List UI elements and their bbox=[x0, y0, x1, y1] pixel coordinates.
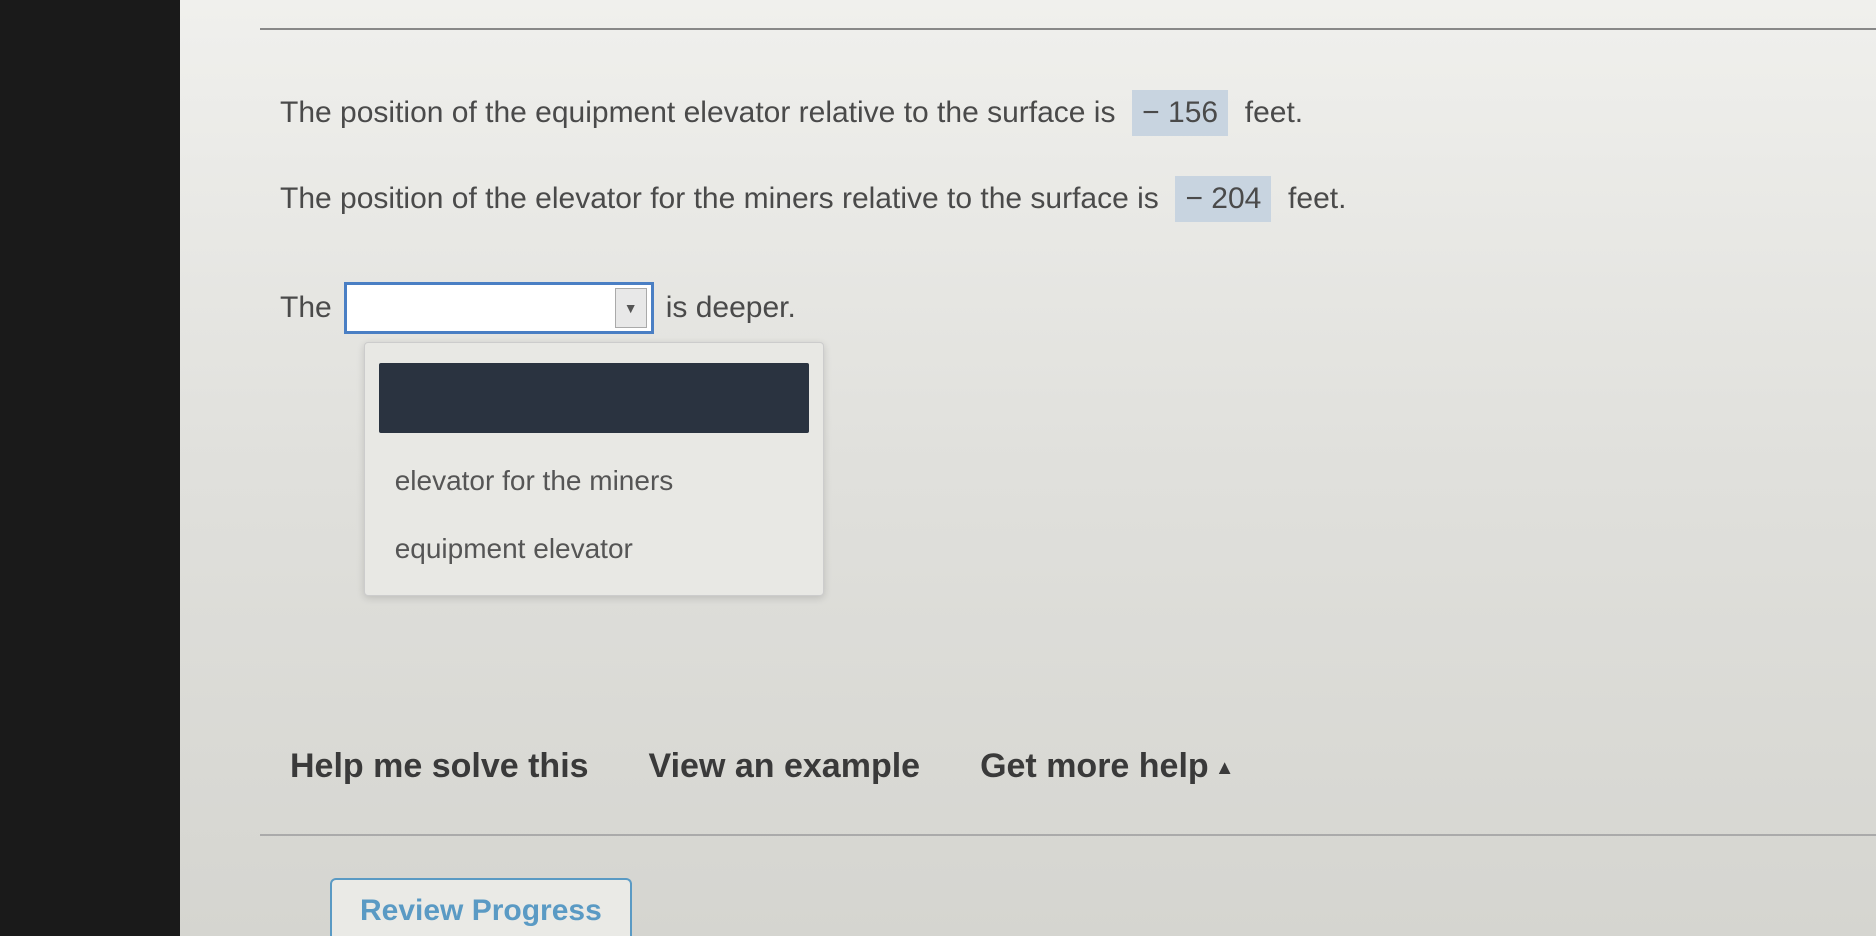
view-example-link[interactable]: View an example bbox=[649, 747, 921, 786]
statement-equipment: The position of the equipment elevator r… bbox=[280, 90, 1816, 136]
help-solve-label: Help me solve this bbox=[290, 747, 589, 785]
statement-2-value: − 204 bbox=[1175, 176, 1271, 222]
left-margin-dark bbox=[0, 0, 180, 936]
question-body: The position of the equipment elevator r… bbox=[280, 90, 1816, 334]
statement-1-value: − 156 bbox=[1132, 90, 1228, 136]
chevron-down-icon: ▼ bbox=[615, 288, 647, 328]
answer-suffix: is deeper. bbox=[666, 291, 796, 325]
dropdown-list: elevator for the miners equipment elevat… bbox=[364, 342, 824, 596]
dropdown-option-miners[interactable]: elevator for the miners bbox=[365, 447, 823, 515]
get-more-help-link[interactable]: Get more help ▲ bbox=[980, 747, 1234, 786]
review-progress-button[interactable]: Review Progress bbox=[330, 878, 632, 936]
caret-up-icon: ▲ bbox=[1215, 757, 1235, 779]
top-divider bbox=[260, 28, 1876, 30]
answer-prefix: The bbox=[280, 291, 332, 325]
answer-row: The ▼ elevator for the miners equipment … bbox=[280, 282, 1816, 334]
bottom-divider bbox=[260, 834, 1876, 836]
review-progress-label: Review Progress bbox=[360, 894, 602, 927]
statement-1-prefix: The position of the equipment elevator r… bbox=[280, 96, 1115, 129]
help-me-solve-link[interactable]: Help me solve this bbox=[290, 747, 589, 786]
help-links: Help me solve this View an example Get m… bbox=[290, 747, 1234, 786]
dropdown-option-equipment[interactable]: equipment elevator bbox=[365, 515, 823, 583]
dropdown-wrap: ▼ elevator for the miners equipment elev… bbox=[344, 282, 654, 334]
statement-1-suffix: feet. bbox=[1245, 96, 1303, 129]
statement-2-prefix: The position of the elevator for the min… bbox=[280, 182, 1159, 215]
content-area: The position of the equipment elevator r… bbox=[180, 0, 1876, 936]
answer-dropdown[interactable]: ▼ bbox=[344, 282, 654, 334]
view-example-label: View an example bbox=[649, 747, 921, 785]
statement-miners: The position of the elevator for the min… bbox=[280, 176, 1816, 222]
get-more-help-label: Get more help bbox=[980, 747, 1209, 785]
statement-2-suffix: feet. bbox=[1288, 182, 1346, 215]
dropdown-option-blank[interactable] bbox=[379, 363, 809, 433]
